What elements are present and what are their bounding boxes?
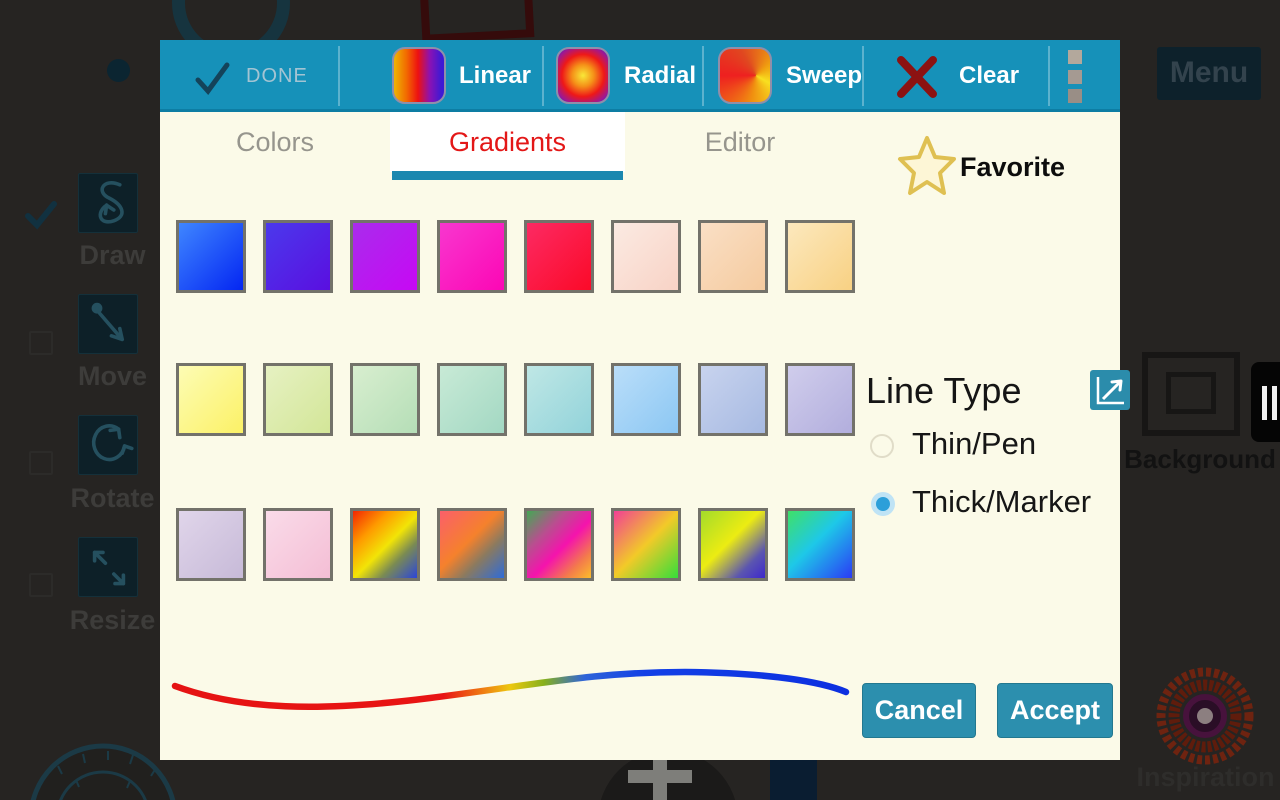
toolbar-divider xyxy=(338,46,340,106)
clear-x-icon[interactable] xyxy=(896,56,938,98)
sweep-gradient-icon[interactable] xyxy=(718,47,772,104)
resize-arrows-icon xyxy=(79,538,139,598)
toolbar-divider xyxy=(1048,46,1050,106)
thin-pen-label[interactable]: Thin/Pen xyxy=(912,426,1036,462)
vertical-ellipsis-icon xyxy=(1068,89,1082,103)
gradient-swatch[interactable] xyxy=(350,363,420,436)
gradient-swatch[interactable] xyxy=(611,220,681,293)
thick-marker-label[interactable]: Thick/Marker xyxy=(912,484,1091,520)
gradient-swatch[interactable] xyxy=(611,363,681,436)
tool-move-button[interactable] xyxy=(78,294,138,354)
canvas-swatch-shape xyxy=(770,757,817,800)
star-icon[interactable] xyxy=(896,134,958,198)
gradient-swatch[interactable] xyxy=(698,220,768,293)
gradient-swatch[interactable] xyxy=(263,508,333,581)
rotate-arrows-icon xyxy=(79,416,139,476)
gradient-swatch[interactable] xyxy=(437,220,507,293)
gradient-swatch[interactable] xyxy=(785,220,855,293)
active-tab-underline xyxy=(392,171,623,180)
clear-button[interactable]: Clear xyxy=(959,40,1019,112)
vertical-ellipsis-icon xyxy=(1068,50,1082,64)
accept-button[interactable]: Accept xyxy=(997,683,1113,738)
linear-mode-button[interactable]: Linear xyxy=(459,40,531,112)
gradient-swatch[interactable] xyxy=(785,363,855,436)
pause-handle-icon xyxy=(1272,386,1277,420)
tool-rotate-button[interactable] xyxy=(78,415,138,475)
inspiration-label: Inspiration xyxy=(1128,762,1280,793)
gradient-swatch[interactable] xyxy=(263,363,333,436)
tool-draw-button[interactable] xyxy=(78,173,138,233)
radial-mode-button[interactable]: Radial xyxy=(624,40,696,112)
gradient-swatch[interactable] xyxy=(176,508,246,581)
background-thumbnail-inner xyxy=(1166,372,1216,414)
gradient-swatch[interactable] xyxy=(524,508,594,581)
gradient-swatch[interactable] xyxy=(176,363,246,436)
toolbar-divider xyxy=(542,46,544,106)
tool-resize-label: Resize xyxy=(50,605,175,636)
rotate-checkbox[interactable] xyxy=(29,451,53,475)
gradient-swatch[interactable] xyxy=(350,508,420,581)
gradient-swatch[interactable] xyxy=(698,363,768,436)
pause-handle-icon xyxy=(1262,386,1267,420)
thin-pen-radio[interactable] xyxy=(870,434,894,458)
panel-drag-handle[interactable] xyxy=(1251,362,1280,442)
gradient-swatch[interactable] xyxy=(524,363,594,436)
tool-rotate-label: Rotate xyxy=(50,483,175,514)
favorite-button[interactable]: Favorite xyxy=(960,152,1065,183)
canvas-dot-shape xyxy=(107,59,130,82)
done-check-icon[interactable] xyxy=(192,58,232,98)
gradient-swatch[interactable] xyxy=(437,508,507,581)
inspiration-thumbnail[interactable] xyxy=(1150,660,1260,770)
gradient-swatch[interactable] xyxy=(350,220,420,293)
done-button[interactable]: DONE xyxy=(246,40,308,112)
vertical-ellipsis-icon xyxy=(1068,70,1082,84)
gradient-swatch[interactable] xyxy=(785,508,855,581)
tab-editor[interactable]: Editor xyxy=(665,112,815,172)
radio-selected-dot xyxy=(876,497,890,511)
toolbar-divider xyxy=(702,46,704,106)
radial-gradient-icon[interactable] xyxy=(556,47,610,104)
tool-draw-label: Draw xyxy=(50,240,175,271)
cancel-button[interactable]: Cancel xyxy=(862,683,976,738)
move-checkbox[interactable] xyxy=(29,331,53,355)
plus-icon xyxy=(628,770,692,783)
background-label: Background xyxy=(1118,444,1280,475)
dialog-toolbar: DONE Linear Radial Sweep Clear xyxy=(160,40,1120,112)
resize-checkbox[interactable] xyxy=(29,573,53,597)
line-type-title: Line Type xyxy=(866,370,1021,412)
gradient-swatch[interactable] xyxy=(611,508,681,581)
move-arrow-icon xyxy=(79,295,139,355)
gradient-swatch[interactable] xyxy=(698,508,768,581)
tab-gradients[interactable]: Gradients xyxy=(390,112,625,172)
gradient-swatch[interactable] xyxy=(263,220,333,293)
tool-move-label: Move xyxy=(50,361,175,392)
gradient-picker-dialog: DONE Linear Radial Sweep Clear xyxy=(160,40,1120,760)
menu-button[interactable]: Menu xyxy=(1157,47,1261,100)
canvas-frame-shape xyxy=(420,0,535,43)
linear-gradient-icon[interactable] xyxy=(392,47,446,104)
gradient-swatch[interactable] xyxy=(176,220,246,293)
gradient-swatch[interactable] xyxy=(437,363,507,436)
overflow-menu-button[interactable] xyxy=(1068,50,1082,106)
tab-colors[interactable]: Colors xyxy=(200,112,350,172)
app-screen: Menu Draw Move Rotate Resize Background xyxy=(0,0,1280,800)
gradient-swatch[interactable] xyxy=(524,220,594,293)
toolbar-divider xyxy=(862,46,864,106)
sweep-mode-button[interactable]: Sweep xyxy=(786,40,862,112)
draw-squiggle-icon xyxy=(79,174,139,234)
draw-checked-checkbox[interactable] xyxy=(24,198,58,232)
tool-resize-button[interactable] xyxy=(78,537,138,597)
thick-marker-radio[interactable] xyxy=(871,492,895,516)
line-chart-arrow-icon[interactable] xyxy=(1090,370,1130,410)
stroke-preview-wave xyxy=(160,600,1120,760)
